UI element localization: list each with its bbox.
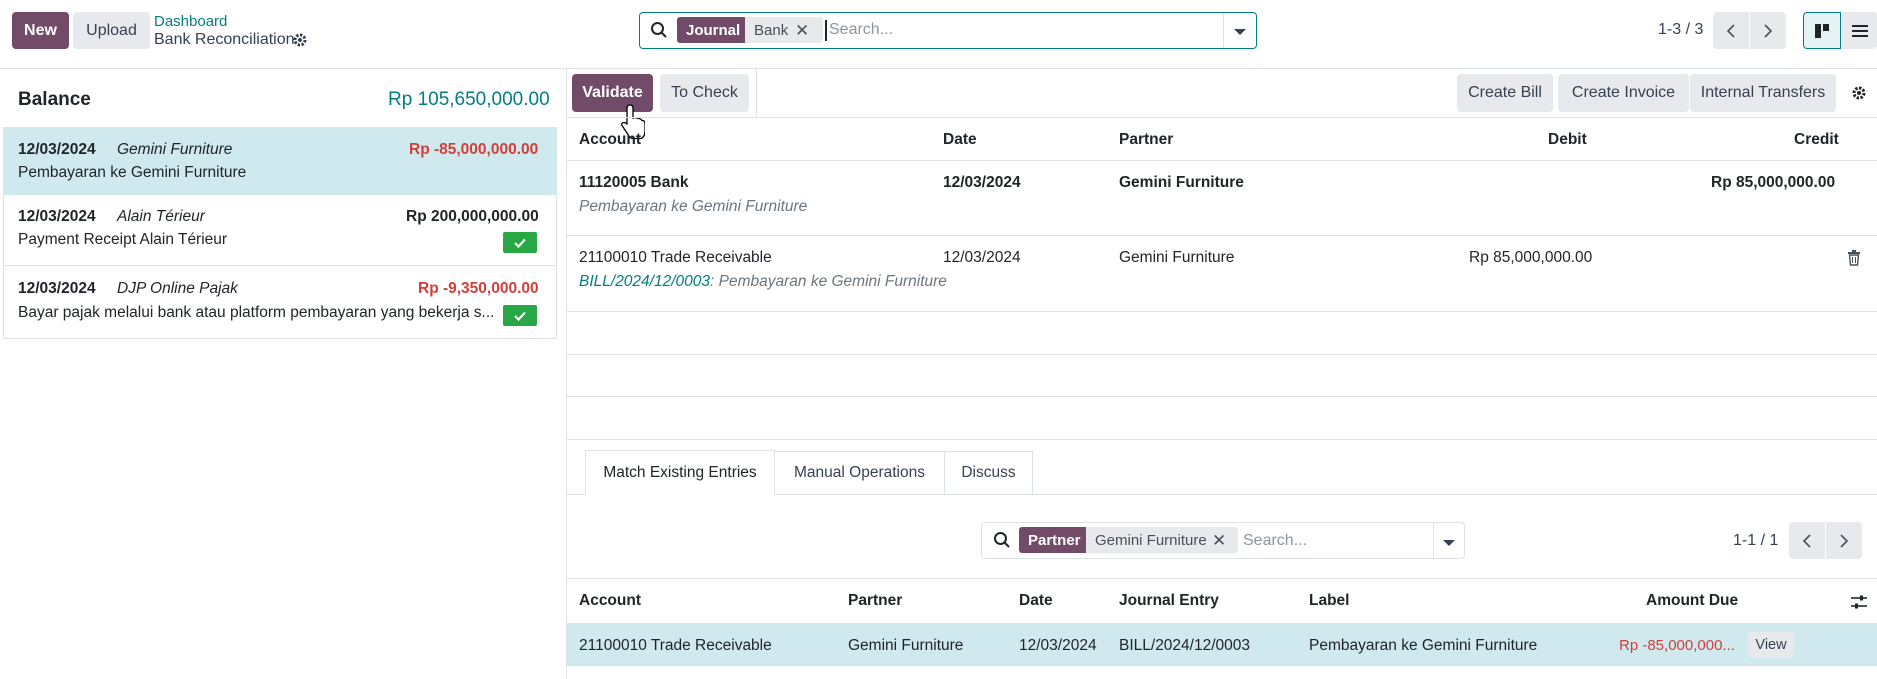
create-bill-button[interactable]: Create Bill bbox=[1457, 74, 1553, 112]
list-view-button[interactable] bbox=[1842, 12, 1877, 49]
col-header-debit: Debit bbox=[1548, 131, 1587, 148]
transaction-date: 12/03/2024 bbox=[18, 208, 96, 225]
transaction-partner: DJP Online Pajak bbox=[117, 280, 238, 297]
line-partner[interactable]: Gemini Furniture bbox=[1119, 249, 1234, 267]
balance-value: Rp 105,650,000.00 bbox=[388, 89, 550, 110]
match-col-header-account[interactable]: Account bbox=[579, 592, 641, 610]
transaction-partner: Alain Térieur bbox=[117, 208, 205, 225]
balance-label: Balance bbox=[18, 89, 91, 110]
remove-facet-icon[interactable]: ✕ bbox=[1212, 531, 1226, 551]
transaction-date: 12/03/2024 bbox=[18, 280, 96, 297]
reconciled-check-icon bbox=[503, 305, 537, 326]
match-row-account: 21100010 Trade Receivable bbox=[579, 637, 772, 654]
search-dropdown-toggle[interactable] bbox=[1233, 24, 1247, 35]
transaction-label: Pembayaran ke Gemini Furniture bbox=[18, 164, 247, 181]
transaction-date: 12/03/2024 bbox=[18, 141, 96, 158]
col-header-credit: Credit bbox=[1794, 131, 1839, 148]
match-row-amount-due: Rp -85,000,000... bbox=[1619, 637, 1735, 654]
match-row-label: Pembayaran ke Gemini Furniture bbox=[1309, 637, 1538, 654]
line-credit[interactable]: Rp 85,000,000.00 bbox=[1711, 174, 1835, 192]
optional-columns-icon[interactable] bbox=[1851, 594, 1867, 610]
transaction-amount: Rp -85,000,000.00 bbox=[409, 141, 539, 158]
match-row-journal-entry: BILL/2024/12/0003 bbox=[1119, 637, 1251, 654]
trash-icon[interactable] bbox=[1847, 250, 1861, 266]
view-button[interactable]: View bbox=[1748, 632, 1794, 658]
new-button[interactable]: New bbox=[12, 12, 69, 49]
to-check-button[interactable]: To Check bbox=[660, 74, 749, 112]
match-col-header-date[interactable]: Date bbox=[1019, 592, 1053, 610]
match-col-header-label[interactable]: Label bbox=[1309, 592, 1349, 610]
reconciled-check-icon bbox=[503, 232, 537, 253]
line-partner[interactable]: Gemini Furniture bbox=[1119, 174, 1244, 192]
line-date[interactable]: 12/03/2024 bbox=[943, 249, 1021, 267]
transaction-row[interactable] bbox=[3, 127, 557, 195]
col-header-date: Date bbox=[943, 131, 977, 148]
remove-facet-icon[interactable]: ✕ bbox=[795, 21, 809, 41]
match-pager-next-button[interactable] bbox=[1826, 522, 1862, 559]
search-facet-value: Bank bbox=[745, 17, 823, 43]
tab-discuss[interactable]: Discuss bbox=[945, 451, 1033, 494]
transaction-label: Payment Receipt Alain Térieur bbox=[18, 231, 228, 248]
match-search-input[interactable]: Search... bbox=[1243, 532, 1307, 550]
transaction-label: Bayar pajak melalui bank atau platform p… bbox=[18, 304, 495, 321]
match-row-date: 12/03/2024 bbox=[1019, 637, 1097, 654]
match-col-header-amount-due[interactable]: Amount Due bbox=[1646, 592, 1738, 610]
search-icon bbox=[650, 21, 668, 39]
line-account[interactable]: 21100010 Trade Receivable bbox=[579, 249, 772, 267]
create-invoice-button[interactable]: Create Invoice bbox=[1558, 74, 1689, 112]
search-facet-label: Journal bbox=[677, 17, 750, 43]
search-icon bbox=[993, 531, 1011, 549]
match-pager-value[interactable]: 1-1 / 1 bbox=[1733, 532, 1778, 550]
match-col-header-partner[interactable]: Partner bbox=[848, 592, 902, 610]
col-header-partner: Partner bbox=[1119, 131, 1174, 148]
match-col-header-journal-entry[interactable]: Journal Entry bbox=[1119, 592, 1219, 610]
match-facet-label: Partner bbox=[1019, 527, 1090, 553]
line-account[interactable]: 11120005 Bank bbox=[579, 174, 688, 192]
line-label: Pembayaran ke Gemini Furniture bbox=[579, 198, 808, 215]
match-search-dropdown-toggle[interactable] bbox=[1442, 535, 1456, 546]
transaction-amount: Rp -9,350,000.00 bbox=[418, 280, 539, 297]
transaction-row[interactable] bbox=[3, 266, 557, 339]
tab-manual-operations[interactable]: Manual Operations bbox=[775, 451, 945, 494]
gear-icon[interactable] bbox=[292, 32, 308, 48]
match-row-partner: Gemini Furniture bbox=[848, 637, 964, 654]
pager-value[interactable]: 1-3 / 3 bbox=[1658, 21, 1703, 39]
line-label: : Pembayaran ke Gemini Furniture bbox=[710, 273, 947, 290]
breadcrumb-dashboard[interactable]: Dashboard bbox=[154, 13, 227, 30]
transaction-amount: Rp 200,000,000.00 bbox=[406, 208, 539, 225]
search-input[interactable]: Search... bbox=[829, 21, 893, 39]
kanban-view-button[interactable] bbox=[1803, 12, 1841, 49]
col-header-account: Account bbox=[579, 131, 641, 148]
settings-gear-icon[interactable] bbox=[1851, 85, 1867, 101]
line-reference-link[interactable]: BILL/2024/12/0003 bbox=[579, 273, 710, 290]
transaction-partner: Gemini Furniture bbox=[117, 141, 233, 158]
line-date[interactable]: 12/03/2024 bbox=[943, 174, 1021, 192]
breadcrumb-current: Bank Reconciliation bbox=[154, 31, 295, 48]
line-debit[interactable]: Rp 85,000,000.00 bbox=[1469, 249, 1592, 267]
internal-transfers-button[interactable]: Internal Transfers bbox=[1690, 74, 1836, 112]
tab-match-existing-entries[interactable]: Match Existing Entries bbox=[585, 450, 775, 495]
upload-button[interactable]: Upload bbox=[73, 12, 150, 49]
match-pager-previous-button[interactable] bbox=[1789, 522, 1825, 559]
pager-previous-button[interactable] bbox=[1713, 12, 1749, 49]
pager-next-button[interactable] bbox=[1750, 12, 1786, 49]
